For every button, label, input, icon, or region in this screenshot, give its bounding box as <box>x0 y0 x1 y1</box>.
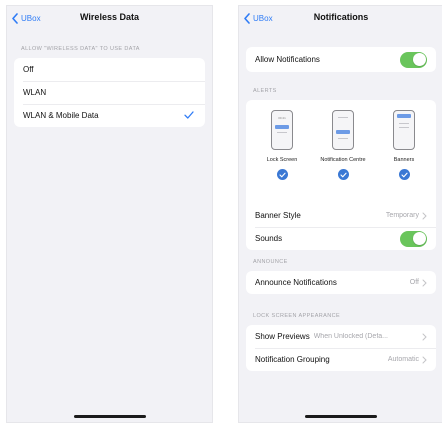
alerts-group: 09:41 Lock Screen Notification Centre Ba… <box>246 100 436 250</box>
banner-style-value: Temporary <box>385 212 419 219</box>
sounds-label: Sounds <box>255 234 283 243</box>
sounds-row: Sounds <box>246 227 436 250</box>
alert-styles: 09:41 Lock Screen Notification Centre Ba… <box>246 100 436 204</box>
chevron-right-icon <box>422 356 427 363</box>
notification-centre-checkbox[interactable] <box>337 169 349 180</box>
announce-notifications-value: Off <box>409 279 419 286</box>
option-off[interactable]: Off <box>14 58 205 81</box>
chevron-right-icon <box>422 279 427 286</box>
banner-style-row[interactable]: Banner Style Temporary <box>246 204 436 227</box>
allow-notifications-label: Allow Notifications <box>255 55 320 64</box>
lock-screen-appearance-group: Show Previews When Unlocked (Defa... Not… <box>246 325 436 371</box>
alert-style-label: Lock Screen <box>266 157 298 163</box>
checkmark-icon <box>278 172 286 177</box>
navigation-bar: UBox Wireless Data <box>7 6 212 28</box>
announce-notifications-row[interactable]: Announce Notifications Off <box>246 271 436 294</box>
page-title: Wireless Data <box>80 12 139 22</box>
banners-phone-icon <box>393 110 415 150</box>
allow-notifications-row: Allow Notifications <box>246 47 436 72</box>
sounds-toggle[interactable] <box>400 230 427 247</box>
show-previews-row[interactable]: Show Previews When Unlocked (Defa... <box>246 325 436 348</box>
allow-notifications-group: Allow Notifications <box>246 47 436 72</box>
notification-grouping-value: Automatic <box>387 356 419 363</box>
checkmark-icon <box>400 172 408 177</box>
notification-grouping-label: Notification Grouping <box>255 355 330 364</box>
alert-style-banners[interactable]: Banners <box>374 110 434 180</box>
option-wlan[interactable]: WLAN <box>14 81 205 104</box>
banner-style-label: Banner Style <box>255 211 301 220</box>
toggle-knob <box>412 53 426 66</box>
notifications-screen: UBox Notifications Allow Notifications A… <box>238 5 442 423</box>
announce-header: Announce <box>253 259 288 265</box>
show-previews-label: Show Previews <box>255 332 310 341</box>
phone-clock: 09:41 <box>278 116 286 120</box>
notification-grouping-row[interactable]: Notification Grouping Automatic <box>246 348 436 371</box>
option-wlan-mobile-data[interactable]: WLAN & Mobile Data <box>14 104 205 127</box>
home-indicator <box>305 415 377 418</box>
announce-notifications-label: Announce Notifications <box>255 278 337 287</box>
notification-centre-phone-icon <box>332 110 354 150</box>
section-header: Allow "Wireless Data" to Use Data <box>21 46 140 52</box>
show-previews-value: When Unlocked (Defa... <box>313 333 388 340</box>
alert-style-label: Notification Centre <box>320 157 366 163</box>
option-label: Off <box>23 65 34 74</box>
lock-screen-appearance-header: Lock Screen Appearance <box>253 313 341 319</box>
page-title: Notifications <box>313 12 369 22</box>
chevron-right-icon <box>422 333 427 340</box>
announce-group: Announce Notifications Off <box>246 271 436 294</box>
allow-notifications-toggle[interactable] <box>400 51 427 68</box>
checkmark-icon <box>339 172 347 177</box>
checkmark-icon <box>184 111 194 119</box>
lock-screen-checkbox[interactable] <box>276 169 288 180</box>
alert-style-notification-centre[interactable]: Notification Centre <box>313 110 373 180</box>
home-indicator <box>73 415 146 418</box>
toggle-knob <box>412 232 426 245</box>
option-label: WLAN & Mobile Data <box>23 111 99 120</box>
alert-style-label: Banners <box>393 157 415 163</box>
banners-checkbox[interactable] <box>398 169 410 180</box>
chevron-right-icon <box>422 212 427 219</box>
wireless-data-screen: UBox Wireless Data Allow "Wireless Data"… <box>6 5 213 423</box>
lock-screen-phone-icon: 09:41 <box>271 110 293 150</box>
option-label: WLAN <box>23 88 47 97</box>
alerts-header: Alerts <box>253 88 277 94</box>
data-options-list: Off WLAN WLAN & Mobile Data <box>14 58 205 127</box>
navigation-bar: UBox Notifications <box>239 6 442 28</box>
alert-style-lock-screen[interactable]: 09:41 Lock Screen <box>252 110 312 180</box>
